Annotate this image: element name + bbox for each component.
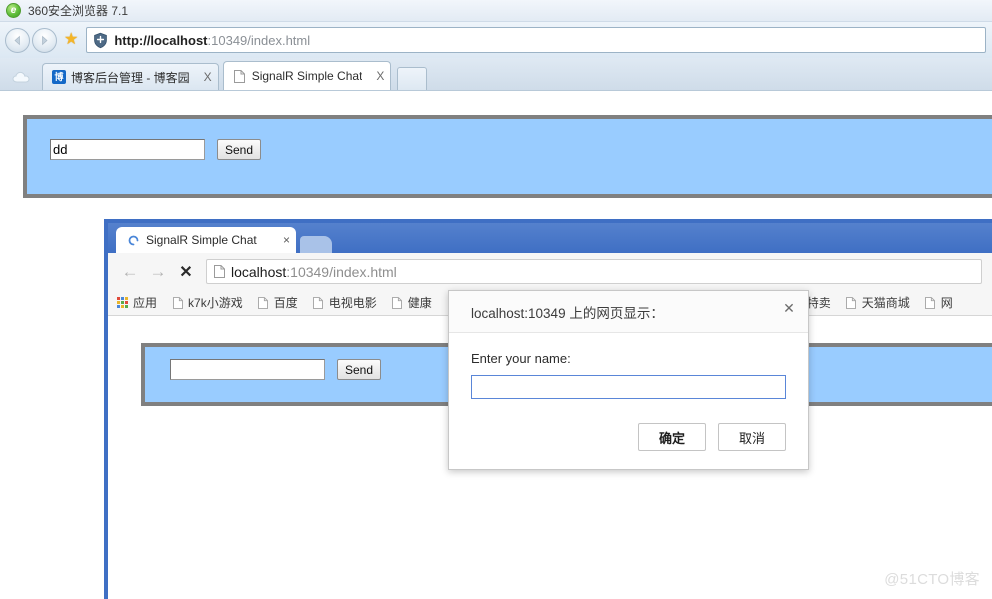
browser-360-logo-glyph: e bbox=[10, 4, 17, 16]
bookmark-more-label: 网 bbox=[940, 296, 953, 310]
apps-grid-icon bbox=[116, 295, 129, 310]
page-icon bbox=[391, 295, 404, 310]
browser-360-tab-blog-label: 博客后台管理 - 博客园 bbox=[71, 70, 190, 85]
blog-favicon-icon: 博 bbox=[52, 70, 66, 84]
browser-360-tab-signalr-label: SignalR Simple Chat bbox=[251, 69, 363, 83]
chrome-stop-button[interactable]: ✕ bbox=[172, 259, 200, 285]
page-icon bbox=[845, 295, 858, 310]
bookmark-star-icon[interactable]: ★ bbox=[64, 32, 78, 48]
browser-360-tab-signalr[interactable]: SignalR Simple Chat X bbox=[222, 61, 392, 90]
bookmark-apps[interactable]: 应用 bbox=[116, 294, 157, 311]
chat-message-input-chrome[interactable] bbox=[170, 359, 325, 380]
dialog-footer: 确定 取消 bbox=[449, 423, 808, 451]
bookmark-health-label: 健康 bbox=[407, 296, 432, 310]
dialog-close-icon[interactable]: ✕ bbox=[780, 299, 798, 317]
chrome-address-host: localhost bbox=[231, 263, 287, 280]
browser-360-tab-signalr-close-icon[interactable]: X bbox=[376, 69, 384, 83]
browser-360-titlebar: e 360安全浏览器 7.1 bbox=[0, 0, 992, 22]
dialog-header: localhost:10349 上的网页显示： ✕ bbox=[449, 291, 808, 333]
chrome-address-rest: :10349/index.html bbox=[286, 263, 397, 280]
browser-360-tab-blog[interactable]: 博 博客后台管理 - 博客园 X bbox=[42, 63, 219, 90]
shield-security-icon bbox=[90, 30, 110, 50]
chat-panel-360: Send bbox=[23, 115, 992, 198]
chat-message-input-360[interactable] bbox=[50, 139, 205, 160]
page-icon bbox=[312, 295, 325, 310]
bookmark-tmall[interactable]: 天猫商城 bbox=[845, 294, 910, 311]
chat-input-row-360: Send bbox=[50, 139, 262, 160]
send-button-360[interactable]: Send bbox=[217, 139, 262, 160]
browser-360-logo-icon: e bbox=[6, 3, 21, 18]
browser-360-tab-blog-close-icon[interactable]: X bbox=[204, 70, 212, 84]
forward-button-360[interactable] bbox=[32, 27, 57, 53]
browser-360-window-title: 360安全浏览器 7.1 bbox=[28, 4, 129, 18]
page-icon bbox=[924, 295, 937, 310]
watermark-text: @51CTO博客 bbox=[884, 571, 980, 588]
browser-360-tabstrip: 博 博客后台管理 - 博客园 X SignalR Simple Chat X bbox=[0, 58, 992, 91]
bookmark-baidu[interactable]: 百度 bbox=[257, 294, 298, 311]
chrome-page-icon bbox=[212, 264, 226, 280]
send-button-chrome[interactable]: Send bbox=[337, 359, 382, 380]
address-bar-360-text: http://localhost:10349/index.html bbox=[114, 33, 310, 48]
back-button-360[interactable] bbox=[5, 27, 30, 53]
bookmark-health[interactable]: 健康 bbox=[391, 294, 432, 311]
dialog-body: Enter your name: bbox=[449, 333, 808, 399]
dialog-cancel-button[interactable]: 取消 bbox=[718, 423, 786, 451]
chrome-tab-close-icon[interactable]: × bbox=[283, 233, 290, 247]
forward-arrow-icon bbox=[42, 35, 48, 45]
bookmark-k7k-label: k7k小游戏 bbox=[188, 296, 243, 310]
page-favicon-icon bbox=[233, 69, 247, 83]
page-icon bbox=[171, 295, 184, 310]
chrome-tab-signalr-label: SignalR Simple Chat bbox=[146, 233, 257, 247]
bookmark-tmall-label: 天猫商城 bbox=[861, 296, 910, 310]
chat-input-row-chrome: Send bbox=[170, 359, 382, 380]
page-icon bbox=[257, 295, 270, 310]
back-arrow-icon bbox=[14, 35, 20, 45]
bookmark-tvmovie-label: 电视电影 bbox=[328, 296, 377, 310]
bookmark-tvmovie[interactable]: 电视电影 bbox=[312, 294, 377, 311]
bookmark-baidu-label: 百度 bbox=[273, 296, 298, 310]
browser-360-navbar: ★ http://localhost:10349/index.html bbox=[0, 22, 992, 58]
chrome-new-tab-button[interactable] bbox=[300, 236, 332, 253]
chrome-forward-button[interactable]: → bbox=[144, 259, 172, 285]
dialog-name-input[interactable] bbox=[471, 375, 786, 399]
loading-spinner-icon bbox=[126, 233, 140, 247]
chrome-address-text: localhost:10349/index.html bbox=[231, 264, 397, 280]
bookmark-k7k[interactable]: k7k小游戏 bbox=[171, 294, 243, 311]
bookmark-apps-label: 应用 bbox=[133, 296, 158, 310]
chrome-tab-signalr[interactable]: SignalR Simple Chat × bbox=[116, 227, 296, 253]
dialog-title: localhost:10349 上的网页显示： bbox=[471, 305, 664, 321]
screenshot-root: e 360安全浏览器 7.1 ★ http://localhost:10349/… bbox=[0, 0, 992, 599]
javascript-prompt-dialog: localhost:10349 上的网页显示： ✕ Enter your nam… bbox=[448, 290, 809, 470]
dialog-confirm-button[interactable]: 确定 bbox=[638, 423, 706, 451]
bookmark-more[interactable]: 网 bbox=[924, 294, 953, 311]
dialog-prompt-label: Enter your name: bbox=[471, 351, 571, 366]
address-rest-360: :10349/index.html bbox=[207, 32, 311, 48]
chrome-tabstrip: SignalR Simple Chat × bbox=[108, 223, 992, 253]
address-host-360: http://localhost bbox=[114, 32, 208, 48]
chrome-back-button[interactable]: ← bbox=[116, 259, 144, 285]
address-bar-360[interactable]: http://localhost:10349/index.html bbox=[86, 27, 986, 53]
chrome-address-bar[interactable]: localhost:10349/index.html bbox=[206, 259, 982, 284]
chrome-toolbar: ← → ✕ localhost:10349/index.html bbox=[108, 253, 992, 290]
cloud-icon[interactable] bbox=[8, 64, 38, 90]
new-tab-button-360[interactable] bbox=[397, 67, 428, 90]
